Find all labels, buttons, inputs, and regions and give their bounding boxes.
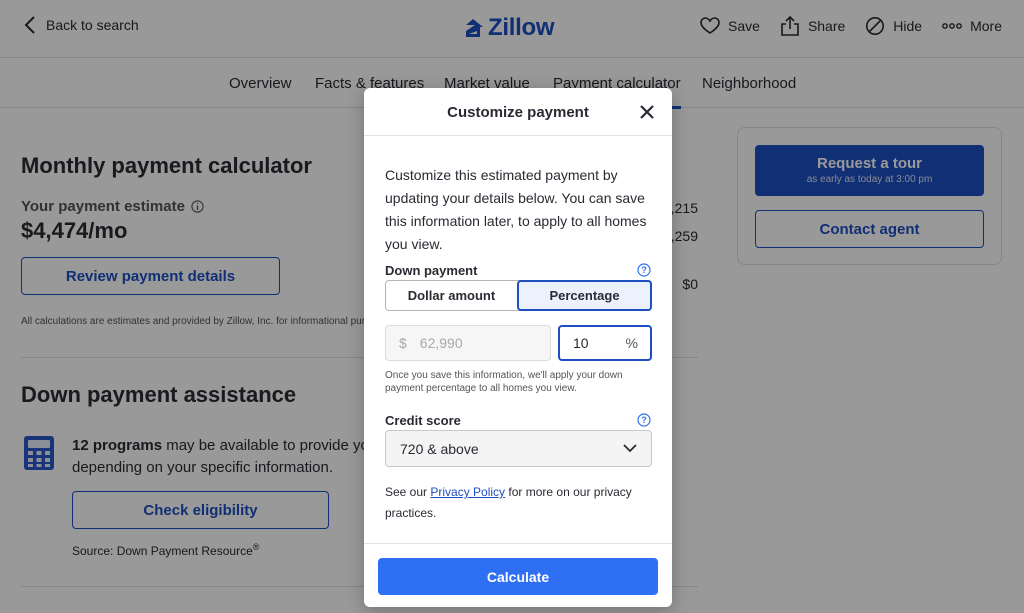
down-payment-percent-input[interactable]: 10 % [558, 325, 652, 361]
customize-payment-modal: Customize payment Customize this estimat… [364, 88, 672, 607]
chevron-down-icon [623, 444, 637, 453]
modal-footer: Calculate [364, 543, 672, 607]
amount-value: 62,990 [419, 335, 463, 351]
modal-title: Customize payment [447, 104, 589, 121]
credit-score-select[interactable]: 720 & above [385, 430, 652, 467]
modal-intro: Customize this estimated payment by upda… [385, 167, 647, 252]
privacy-text: See our Privacy Policy for more on our p… [385, 482, 655, 524]
privacy-policy-link[interactable]: Privacy Policy [430, 485, 505, 499]
percent-value: 10 [573, 335, 589, 351]
down-payment-note: Once you save this information, we'll ap… [385, 370, 623, 394]
svg-text:?: ? [641, 415, 647, 425]
help-icon[interactable]: ? [637, 263, 651, 277]
dollar-prefix: $ [399, 335, 407, 351]
close-icon[interactable] [638, 103, 656, 121]
credit-score-label: Credit score [385, 413, 461, 428]
modal-header: Customize payment [364, 88, 672, 136]
down-payment-label: Down payment [385, 263, 478, 278]
help-icon[interactable]: ? [637, 413, 651, 427]
svg-text:?: ? [641, 265, 647, 275]
percent-suffix: % [625, 335, 638, 351]
down-payment-toggle: Dollar amount Percentage [385, 280, 652, 311]
percentage-option[interactable]: Percentage [517, 280, 652, 311]
calculate-button[interactable]: Calculate [378, 558, 658, 595]
credit-score-value: 720 & above [400, 440, 479, 457]
down-payment-amount-input[interactable]: $ 62,990 [385, 325, 551, 361]
dollar-amount-option[interactable]: Dollar amount [386, 281, 517, 310]
privacy-before: See our [385, 485, 431, 499]
